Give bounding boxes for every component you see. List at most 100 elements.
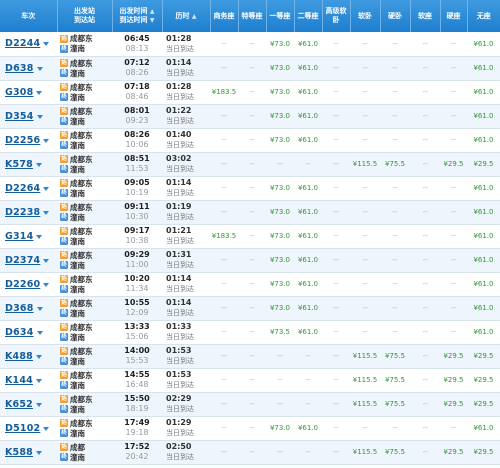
header-duration[interactable]: 历时 ▲ [161,0,210,32]
arrival-day: 当日到达 [166,357,194,365]
duration-cell: 01:53 当日到达 [162,368,210,393]
sort-icon[interactable]: ▼ [150,17,155,24]
train-number-link[interactable]: D634 [5,327,34,338]
to-station: 潼南 [70,188,85,198]
chevron-down-icon[interactable] [43,426,50,431]
train-number-link[interactable]: G314 [5,231,33,242]
seat-price: -- [238,128,266,153]
chevron-down-icon[interactable] [43,42,50,47]
chevron-down-icon[interactable] [36,162,42,167]
seat-price: -- [238,176,266,201]
train-number-link[interactable]: D2256 [5,135,40,146]
seat-price: ¥29.5 [467,368,500,393]
seat-price: -- [210,320,238,345]
chevron-down-icon[interactable] [43,282,50,287]
stations-cell: 始成都东终潼南 [57,416,112,441]
seat-price: -- [238,80,266,105]
seat-price: ¥29.5 [467,440,500,465]
chevron-down-icon[interactable] [36,306,43,311]
arrival-day: 当日到达 [166,333,194,341]
train-number-link[interactable]: D2238 [5,207,40,218]
seat-price: -- [210,368,238,393]
header-stations[interactable]: 出发站 到达站 [56,0,112,32]
chevron-down-icon[interactable] [43,186,50,191]
chevron-down-icon[interactable] [43,210,50,215]
stations-cell: 始成都东终潼南 [57,320,112,345]
table-row: K578 始成都东终潼南 08:51 11:53 03:02 当日到达 -- -- -- -- --… [0,152,500,177]
seat-price: -- [440,80,467,105]
header-times[interactable]: 出发时间 ▲ 到达时间 ▼ [111,0,162,32]
train-number-link[interactable]: D2260 [5,279,40,290]
duration: 01:31 [166,250,192,259]
seat-price: ¥61.0 [467,248,500,273]
seat-price: ¥61.0 [294,320,322,345]
seat-price: -- [238,344,266,369]
table-row: G314 始成都东终潼南 09:17 10:38 01:21 当日到达 ¥183.5 -- ¥7… [0,224,500,249]
train-number-link[interactable]: G308 [5,87,33,98]
chevron-down-icon[interactable] [36,90,43,95]
end-station-icon: 终 [60,357,68,365]
seat-price: -- [238,392,266,417]
chevron-down-icon[interactable] [36,330,43,335]
train-number-link[interactable]: K652 [5,399,33,410]
departure-time: 09:11 [124,202,150,211]
train-number-link[interactable]: D368 [5,303,34,314]
times-cell: 06:45 08:13 [112,32,162,57]
train-number-link[interactable]: D638 [5,63,34,74]
seat-price: ¥75.5 [380,368,410,393]
chevron-down-icon[interactable] [36,354,42,359]
seat-price: ¥61.0 [294,416,322,441]
table-row: D2256 始成都东终潼南 08:26 10:06 01:40 当日到达 -- -- ¥73.0… [0,128,500,153]
seat-price: -- [380,224,410,249]
train-number-link[interactable]: K488 [5,351,33,362]
seat-price: -- [266,440,294,465]
chevron-down-icon[interactable] [43,138,50,143]
chevron-down-icon[interactable] [36,378,42,383]
seat-price: -- [350,320,380,345]
seat-price: -- [322,344,350,369]
departure-time: 08:51 [124,154,150,163]
sort-icon[interactable]: ▲ [150,8,155,15]
duration-cell: 01:14 当日到达 [162,296,210,321]
seat-price: ¥75.5 [380,392,410,417]
to-station: 潼南 [70,236,85,246]
to-station: 潼南 [70,452,85,462]
stations-cell: 始成都东终潼南 [57,104,112,129]
arrival-time: 15:06 [125,332,149,341]
seat-price: -- [294,152,322,177]
start-station-icon: 始 [60,59,68,67]
times-cell: 08:01 09:23 [112,104,162,129]
train-number-link[interactable]: D2264 [5,183,40,194]
seat-price: ¥73.0 [266,416,294,441]
chevron-down-icon[interactable] [36,402,42,407]
train-number-link[interactable]: D2244 [5,38,40,49]
train-number-link[interactable]: K588 [5,447,33,458]
seat-price: ¥61.0 [294,56,322,81]
chevron-down-icon[interactable] [36,66,43,71]
sort-icon[interactable]: ▲ [192,13,197,20]
arrival-time: 11:53 [125,164,149,173]
header-seat: 高级软卧 [321,0,350,32]
end-station-icon: 终 [60,381,68,389]
seat-price: -- [350,200,380,225]
table-row: K144 始成都东终潼南 14:55 16:48 01:53 当日到达 -- -- -- -- --… [0,368,500,393]
seat-price: -- [350,32,380,57]
arrival-time: 11:00 [125,260,149,269]
seat-price: ¥61.0 [467,200,500,225]
arrival-time: 10:06 [125,140,149,149]
chevron-down-icon[interactable] [36,114,43,119]
chevron-down-icon[interactable] [36,234,43,239]
duration: 01:22 [166,106,192,115]
train-cell: K578 [0,152,57,177]
chevron-down-icon[interactable] [43,258,50,263]
header-train[interactable]: 车次 [0,0,57,32]
train-number-link[interactable]: D2374 [5,255,40,266]
chevron-down-icon[interactable] [36,450,42,455]
train-number-link[interactable]: K578 [5,159,33,170]
train-number-link[interactable]: D354 [5,111,34,122]
train-number-link[interactable]: D5102 [5,423,40,434]
train-schedule-table: 车次 出发站 到达站 出发时间 ▲ 到达时间 ▼ 历时 ▲ 商务座 特等座 一等… [0,0,500,465]
times-cell: 10:55 12:09 [112,296,162,321]
train-number-link[interactable]: K144 [5,375,33,386]
seat-price: -- [410,272,440,297]
